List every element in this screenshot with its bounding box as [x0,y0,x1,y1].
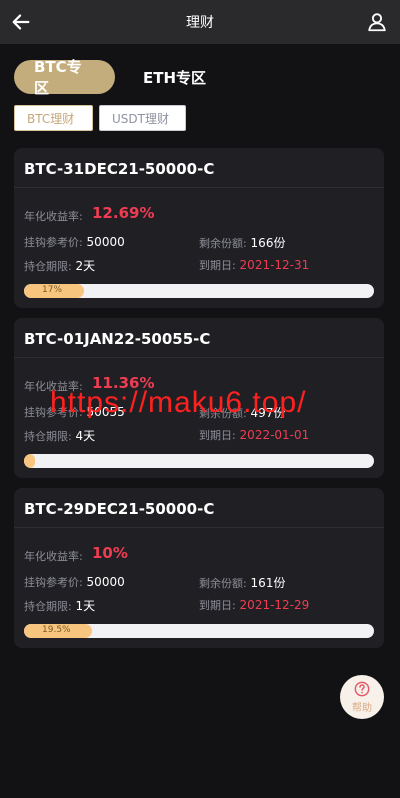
rate-label: 年化收益率: [24,210,83,223]
tab-eth-zone[interactable]: ETH专区 [123,60,226,94]
holding-value: 1天 [75,599,96,613]
arrow-left-icon[interactable] [10,11,32,33]
product-card[interactable]: BTC-31DEC21-50000-C 年化收益率: 12.69% 挂钩参考价:… [14,148,384,308]
holding-label: 持仓期限: [24,430,72,443]
expiry: 到期日: 2022-01-01 [199,427,309,443]
rate-value: 12.69% [92,204,155,222]
remaining-label: 剩余份额: [199,237,247,250]
ref-price: 挂钩参考价: 50000 [24,574,125,590]
watermark-text: https://maku6.top/ [50,386,307,419]
holding: 持仓期限: 4天 [24,427,95,444]
holding-label: 持仓期限: [24,260,72,273]
tab-usdt-finance[interactable]: USDT理财 [99,105,186,131]
expiry: 到期日: 2021-12-29 [199,597,309,613]
user-icon[interactable] [366,11,388,33]
zone-tabs: BTC专区 ETH专区 [14,58,226,97]
tab-btc-zone[interactable]: BTC专区 [14,58,115,97]
tab-btc-finance[interactable]: BTC理财 [14,105,93,131]
holding: 持仓期限: 1天 [24,597,95,614]
expiry-label: 到期日: [199,429,236,442]
product-name: BTC-01JAN22-50055-C [24,330,211,348]
divider [14,187,384,188]
expiry-value: 2021-12-31 [239,258,310,272]
holding-value: 4天 [75,429,96,443]
progress-bar: 17% [24,284,374,298]
help-button[interactable]: 帮助 [340,675,384,719]
question-icon [354,681,370,696]
ref-price-value: 50000 [86,235,125,249]
top-bar: 理财 [0,0,400,44]
page-title: 理财 [186,15,214,31]
expiry-label: 到期日: [199,259,236,272]
expiry-value: 2021-12-29 [239,598,310,612]
progress-bar [24,454,374,468]
ref-price-label: 挂钩参考价: [24,576,83,589]
remaining-value: 161份 [250,576,286,590]
rate-value: 10% [92,544,128,562]
divider [14,357,384,358]
remaining-value: 166份 [250,236,286,250]
ref-price-value: 50000 [86,575,125,589]
holding-value: 2天 [75,259,96,273]
remaining: 剩余份额: 161份 [199,574,285,591]
holding: 持仓期限: 2天 [24,257,95,274]
product-card[interactable]: BTC-29DEC21-50000-C 年化收益率: 10% 挂钩参考价: 50… [14,488,384,648]
progress-bar: 19.5% [24,624,374,638]
product-name: BTC-31DEC21-50000-C [24,160,215,178]
remaining-label: 剩余份额: [199,577,247,590]
ref-price-label: 挂钩参考价: [24,236,83,249]
expiry: 到期日: 2021-12-31 [199,257,309,273]
divider [14,527,384,528]
product-name: BTC-29DEC21-50000-C [24,500,215,518]
progress-text: 19.5% [42,625,71,635]
holding-label: 持仓期限: [24,600,72,613]
rate-label: 年化收益率: [24,550,83,563]
progress-text: 17% [42,285,63,295]
expiry-value: 2022-01-01 [239,428,310,442]
expiry-label: 到期日: [199,599,236,612]
sub-tabs: BTC理财 USDT理财 [14,105,192,131]
ref-price: 挂钩参考价: 50000 [24,234,125,250]
progress-fill [24,454,35,468]
remaining: 剩余份额: 166份 [199,234,285,251]
help-label: 帮助 [352,702,372,714]
